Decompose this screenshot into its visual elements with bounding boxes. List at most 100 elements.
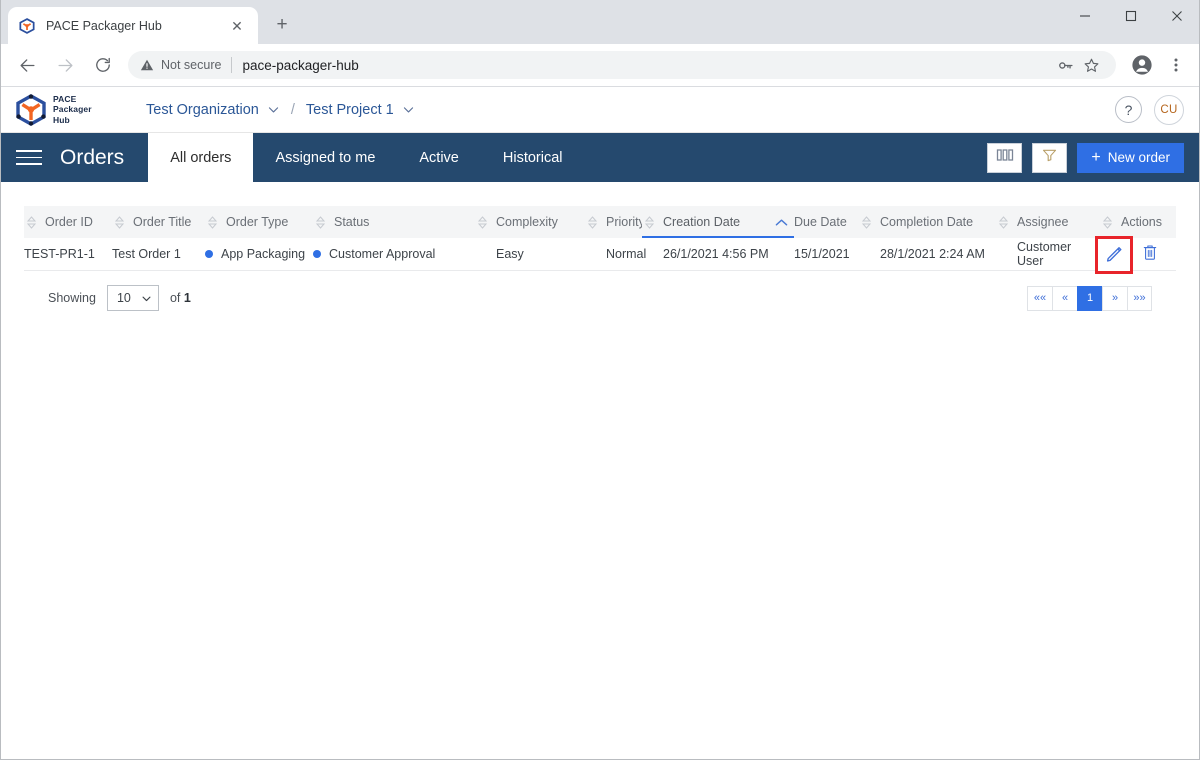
user-avatar[interactable]: CU — [1154, 94, 1184, 125]
status-dot — [313, 250, 321, 258]
window-border-left — [0, 0, 1, 760]
sort-icon — [1100, 215, 1114, 229]
new-tab-button[interactable]: + — [268, 11, 296, 39]
help-button[interactable]: ? — [1115, 96, 1142, 123]
column-label: Creation Date — [663, 215, 741, 229]
nav-tabs: All orders Assigned to me Active Histori… — [148, 133, 584, 182]
reload-icon[interactable] — [88, 50, 118, 80]
star-icon[interactable] — [1078, 52, 1104, 78]
page-size-selector[interactable]: 10 — [106, 285, 159, 311]
breadcrumb-project[interactable]: Test Project 1 — [306, 102, 415, 118]
omnibox-divider — [231, 57, 233, 73]
pencil-edit-icon — [1105, 244, 1124, 266]
pagination-first[interactable]: «« — [1027, 285, 1052, 311]
pagination-previous[interactable]: « — [1052, 285, 1077, 311]
back-icon[interactable] — [12, 50, 42, 80]
column-header-status[interactable]: Status — [313, 206, 475, 238]
window-close-icon[interactable] — [1154, 0, 1200, 32]
pagination-last[interactable]: »» — [1127, 285, 1152, 311]
sort-icon — [996, 215, 1010, 229]
column-header-due-date[interactable]: Due Date — [794, 206, 859, 238]
edit-order-button[interactable] — [1095, 235, 1133, 274]
orders-content: Order ID Order Title Order Type Status C… — [0, 182, 1200, 311]
sort-icon — [859, 215, 873, 229]
order-type-text: App Packaging — [221, 247, 306, 261]
cube-icon — [18, 17, 36, 35]
column-label: Due Date — [794, 215, 847, 229]
column-header-complexity[interactable]: Complexity — [475, 206, 585, 238]
column-header-completion-date[interactable]: Completion Date — [859, 206, 996, 238]
browser-toolbar: Not secure pace-packager-hub — [0, 44, 1200, 86]
sort-icon — [24, 215, 38, 229]
complexity-text: Easy — [496, 247, 524, 261]
minimize-icon[interactable] — [1062, 0, 1108, 32]
address-bar[interactable]: Not secure pace-packager-hub — [128, 51, 1116, 79]
orders-table: Order ID Order Title Order Type Status C… — [24, 206, 1176, 274]
cell-order-title: Test Order 1 — [112, 238, 205, 271]
new-order-button[interactable]: + New order — [1077, 142, 1184, 173]
maximize-icon[interactable] — [1108, 0, 1154, 32]
columns-button[interactable] — [987, 142, 1023, 173]
browser-tabstrip: PACE Packager Hub ✕ + — [0, 0, 1200, 44]
cell-order-type: App Packaging — [205, 238, 313, 271]
app-header: PACE Packager Hub Test Organization / Te… — [0, 87, 1200, 133]
logo-line-1: PACE — [53, 93, 77, 104]
table-body: TEST-PR1-1 Test Order 1 App Packaging Cu… — [24, 235, 1176, 274]
warning-icon — [140, 58, 154, 72]
pagination-next[interactable]: » — [1102, 285, 1127, 311]
column-label: Order Type — [226, 215, 289, 229]
column-header-assignee[interactable]: Assignee — [996, 206, 1100, 238]
close-icon[interactable]: ✕ — [226, 15, 248, 37]
sort-icon — [585, 215, 599, 229]
pagination-page-1[interactable]: 1 — [1077, 285, 1102, 311]
of-text: of — [169, 291, 181, 305]
profile-avatar-icon[interactable] — [1126, 49, 1158, 81]
url-text: pace-packager-hub — [242, 57, 359, 73]
plus-icon: + — [1091, 148, 1101, 166]
cell-creation-date: 26/1/2021 4:56 PM — [642, 238, 794, 271]
column-header-order-type[interactable]: Order Type — [205, 206, 313, 238]
table-footer: Showing 10 of 1 «« « 1 » »» — [24, 271, 1176, 311]
tab-title: PACE Packager Hub — [46, 18, 162, 33]
table-row[interactable]: TEST-PR1-1 Test Order 1 App Packaging Cu… — [24, 235, 1176, 274]
column-header-order-title[interactable]: Order Title — [112, 206, 205, 238]
sort-icon — [475, 215, 489, 229]
key-icon[interactable] — [1052, 52, 1078, 78]
column-header-priority[interactable]: Priority — [585, 206, 645, 238]
chevron-down-icon — [267, 103, 280, 116]
logo-line-2: Packager — [53, 104, 92, 115]
filter-button[interactable] — [1032, 142, 1068, 173]
forward-icon — [50, 50, 80, 80]
breadcrumb-organization[interactable]: Test Organization — [146, 102, 280, 118]
tab-active[interactable]: Active — [397, 133, 481, 182]
cell-status: Customer Approval — [313, 238, 475, 271]
breadcrumb: Test Organization / Test Project 1 — [146, 102, 415, 118]
column-label: Order Title — [133, 215, 192, 229]
logo-line-3: Hub — [53, 114, 70, 125]
column-label: Order ID — [45, 215, 93, 229]
column-header-order-id[interactable]: Order ID — [24, 206, 112, 238]
order-title-text: Test Order 1 — [112, 247, 181, 261]
pagination: «« « 1 » »» — [1027, 285, 1152, 311]
cell-priority: Normal — [585, 238, 646, 271]
page-title: Orders — [60, 145, 125, 169]
project-label: Test Project 1 — [305, 101, 394, 118]
delete-order-button[interactable] — [1139, 243, 1161, 265]
app-logo[interactable]: PACE Packager Hub — [16, 93, 121, 126]
browser-tab[interactable]: PACE Packager Hub ✕ — [8, 7, 258, 44]
breadcrumb-separator: / — [290, 101, 295, 118]
three-dot-menu-icon[interactable] — [1160, 49, 1192, 81]
security-label: Not secure — [161, 58, 222, 72]
page-size-select[interactable]: 10 — [106, 285, 159, 311]
app-navbar: Orders All orders Assigned to me Active … — [0, 133, 1200, 182]
tab-assigned-to-me[interactable]: Assigned to me — [253, 133, 397, 182]
new-order-label: New order — [1107, 150, 1170, 165]
column-header-actions[interactable]: Actions — [1100, 206, 1176, 238]
security-status[interactable]: Not secure — [140, 58, 221, 72]
showing-label: Showing — [48, 291, 96, 305]
column-label: Completion Date — [880, 215, 974, 229]
tab-historical[interactable]: Historical — [481, 133, 585, 182]
column-header-creation-date[interactable]: Creation Date — [642, 206, 794, 238]
hamburger-menu-icon[interactable] — [16, 150, 50, 165]
tab-all-orders[interactable]: All orders — [148, 133, 254, 182]
